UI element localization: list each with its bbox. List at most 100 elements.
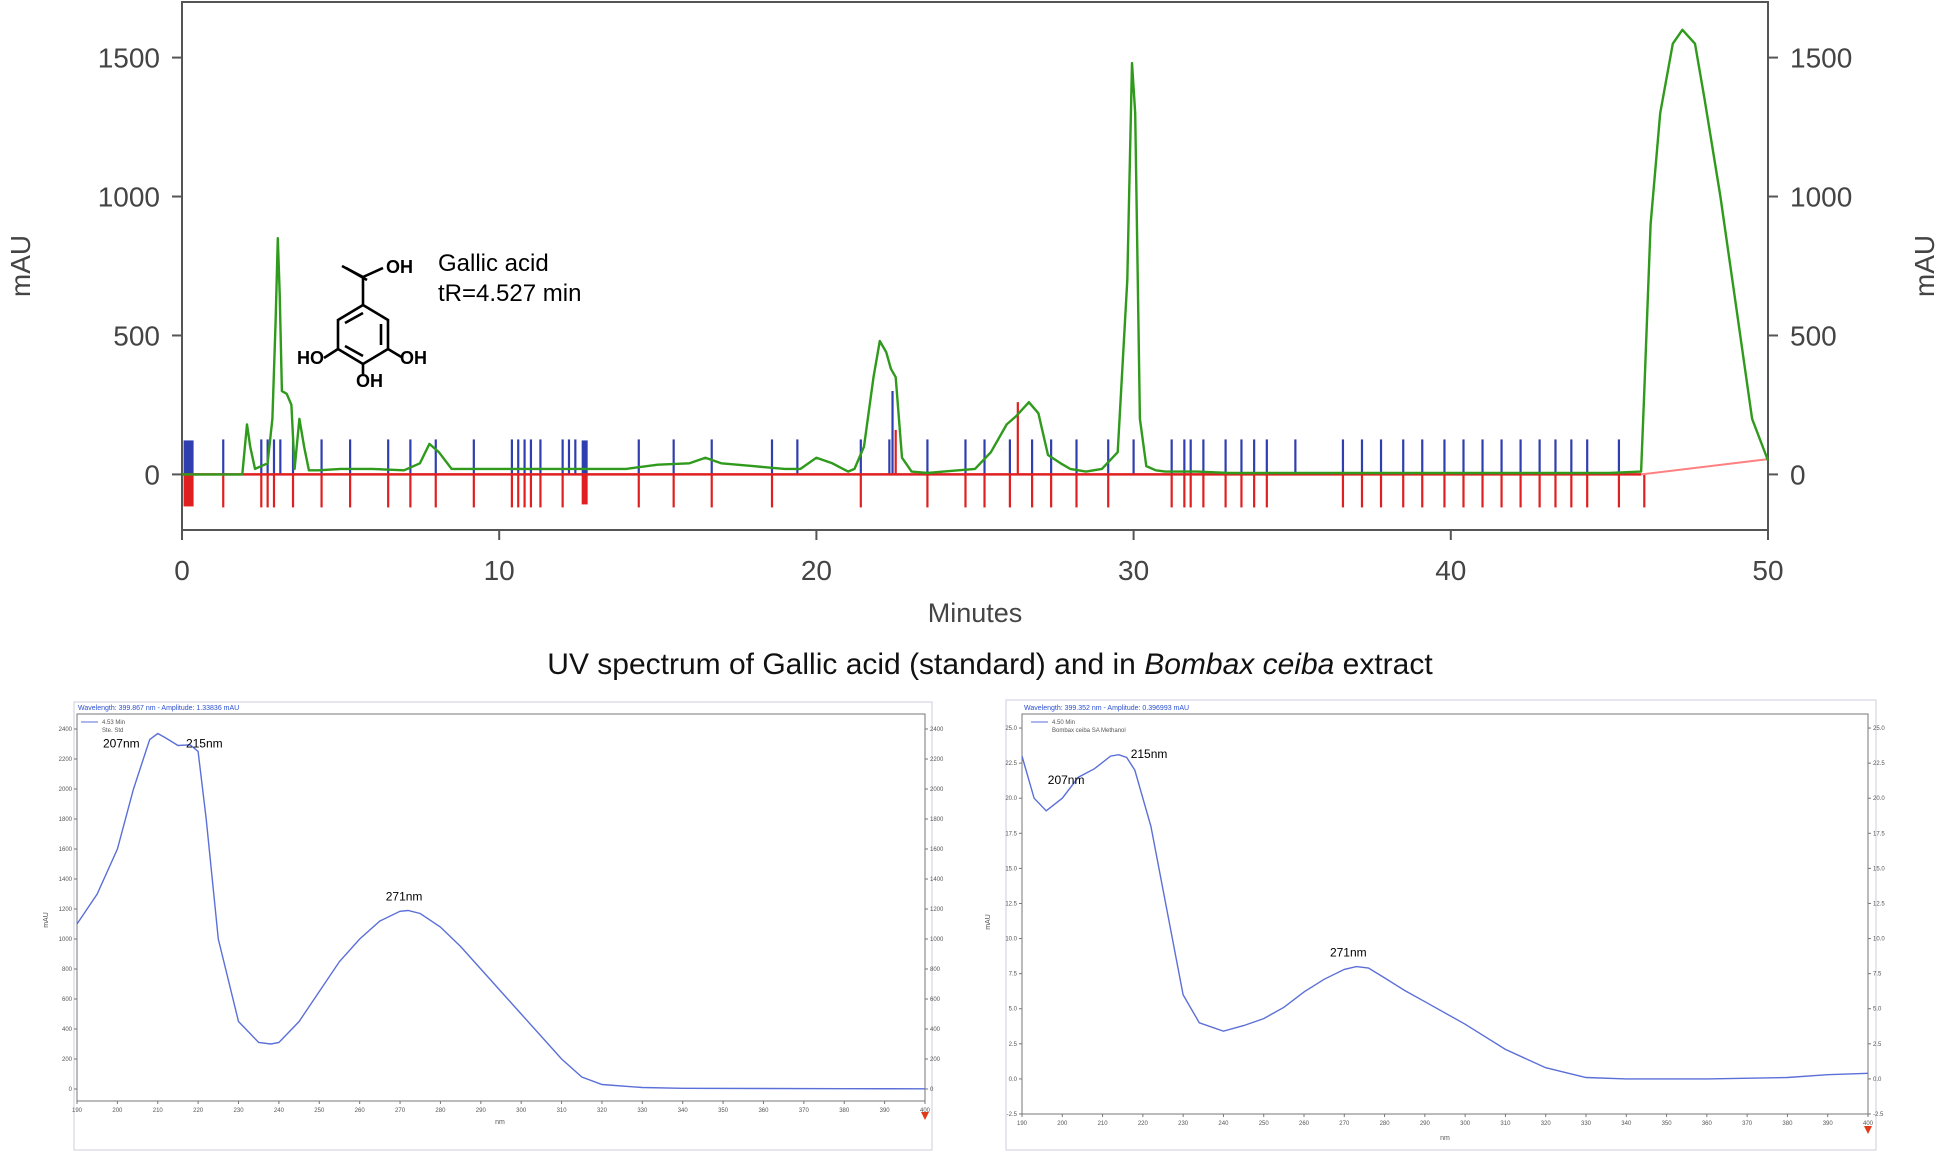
uv1-x-tick-label: 230 [234, 1108, 245, 1114]
uv1-y-tick-label-right: 1400 [930, 877, 944, 883]
uv2-y-tick-label-left: 20.0 [1005, 796, 1017, 802]
uv2-x-tick-label: 210 [1098, 1121, 1109, 1127]
uv-extract-x-axis-title: nm [1440, 1135, 1450, 1142]
uv-standard-legend-line-2: Ste. Std [102, 728, 123, 734]
uv1-y-tick-label-left: 2400 [59, 727, 73, 733]
uv1-y-tick-label-right: 1200 [930, 907, 944, 913]
uv2-y-tick-label-right: 7.5 [1873, 972, 1882, 978]
structure-bottom-oh-label: OH [356, 371, 383, 391]
structure-right-oh-label: OH [400, 348, 427, 368]
uv1-y-tick-label-left: 2000 [59, 787, 73, 793]
uv2-y-tick-label-left: 22.5 [1005, 761, 1017, 767]
uv2-y-tick-label-right: 12.5 [1873, 901, 1885, 907]
uv-standard-legend-line-1: 4.53 Min [102, 720, 125, 726]
chromatogram-x-tick-label: 10 [484, 555, 515, 586]
uv1-y-tick-label-right: 600 [930, 997, 941, 1003]
uv1-y-tick-label-right: 800 [930, 967, 941, 973]
uv1-y-tick-label-right: 1600 [930, 847, 944, 853]
uv1-y-tick-label-left: 600 [62, 997, 73, 1003]
uv1-x-tick-label: 330 [637, 1108, 648, 1114]
uv2-y-tick-label-left: 7.5 [1009, 972, 1018, 978]
uv2-y-tick-label-left: 5.0 [1009, 1007, 1018, 1013]
uv2-peak-label: 271nm [1330, 946, 1367, 960]
uv2-y-tick-label-left: 10.0 [1005, 937, 1017, 943]
uv1-x-tick-label: 280 [435, 1108, 446, 1114]
uv2-x-tick-label: 230 [1178, 1121, 1189, 1127]
figure-canvas: 0 10 20 30 40 500 0500 5001000 10001500 1500 mAU … [0, 0, 1946, 1151]
uv1-x-tick-label: 270 [395, 1108, 406, 1114]
uv2-y-tick-label-left: 2.5 [1009, 1042, 1018, 1048]
chromatogram-x-tick-label: 20 [801, 555, 832, 586]
chromatogram-plot-frame [181, 1, 1769, 531]
uv-extract-header: Wavelength: 399.352 nm - Amplitude: 0.39… [1024, 705, 1189, 712]
event-block-red [581, 474, 588, 505]
chromatogram-x-tick-label: 50 [1752, 555, 1783, 586]
uv2-x-tick-label: 330 [1581, 1121, 1592, 1127]
uv1-y-tick-label-right: 200 [930, 1057, 941, 1063]
uv1-peak-label: 207nm [103, 737, 140, 751]
uv-standard-x-axis-title: nm [495, 1119, 505, 1126]
uv1-x-tick-label: 250 [314, 1108, 325, 1114]
uv1-y-tick-label-left: 1600 [59, 847, 73, 853]
uv2-y-tick-label-right: 22.5 [1873, 761, 1885, 767]
chromatogram-y-tick-label-right: 1500 [1790, 43, 1852, 74]
uv1-y-tick-label-left: 1200 [59, 907, 73, 913]
uv1-x-tick-label: 390 [880, 1108, 891, 1114]
uv2-peak-label: 215nm [1131, 747, 1168, 761]
uv1-x-tick-label: 210 [153, 1108, 164, 1114]
uv1-x-tick-label: 290 [476, 1108, 487, 1114]
uv1-x-tick-label: 260 [355, 1108, 366, 1114]
uv-standard-header: Wavelength: 399.867 nm - Amplitude: 1.33… [78, 705, 239, 712]
uv2-x-tick-label: 200 [1057, 1121, 1068, 1127]
chromatogram-y-tick-label-right: 500 [1790, 320, 1837, 351]
chromatogram-x-axis-title: Minutes [928, 598, 1023, 628]
uv-extract-legend-line-2: Bombax ceiba SA Methanol [1052, 728, 1126, 734]
chromatogram-y-tick-label-left: 1500 [98, 43, 160, 74]
uv2-y-tick-label-left: 15.0 [1005, 866, 1017, 872]
uv1-y-tick-label-right: 1000 [930, 937, 944, 943]
uv1-y-tick-label-right: 2400 [930, 727, 944, 733]
uv-extract-legend-line-1: 4.50 Min [1052, 720, 1075, 726]
uv1-x-tick-label: 300 [516, 1108, 527, 1114]
uv2-x-tick-label: 250 [1259, 1121, 1270, 1127]
uv1-peak-label: 271nm [386, 890, 423, 904]
uv1-y-tick-label-left: 200 [62, 1057, 73, 1063]
spectrum-figure-caption: UV spectrum of Gallic acid (standard) an… [547, 648, 1433, 681]
uv1-x-tick-label: 340 [678, 1108, 689, 1114]
uv1-y-tick-label-left: 400 [62, 1027, 73, 1033]
uv2-x-tick-label: 290 [1420, 1121, 1431, 1127]
uv2-x-tick-label: 370 [1742, 1121, 1753, 1127]
uv2-x-tick-label: 350 [1662, 1121, 1673, 1127]
chromatogram-y-tick-label-right: 1000 [1790, 182, 1852, 213]
uv1-x-tick-label: 220 [193, 1108, 204, 1114]
uv2-y-tick-label-left: 12.5 [1005, 901, 1017, 907]
uv-extract-y-axis-title: mAU [985, 914, 992, 930]
uv2-y-tick-label-right: 5.0 [1873, 1007, 1882, 1013]
uv2-y-tick-label-left: 0.0 [1009, 1077, 1018, 1083]
uv1-y-tick-label-right: 2000 [930, 787, 944, 793]
uv2-x-tick-label: 280 [1380, 1121, 1391, 1127]
compound-name-label: Gallic acid [438, 250, 549, 277]
uv2-y-tick-label-right: 15.0 [1873, 866, 1885, 872]
uv-spectrum-extract: Wavelength: 399.352 nm - Amplitude: 0.39… [985, 699, 1885, 1151]
uv2-x-tick-label: 390 [1823, 1121, 1834, 1127]
uv1-y-tick-label-right: 400 [930, 1027, 941, 1033]
uv1-x-tick-label: 310 [557, 1108, 568, 1114]
uv2-y-tick-label-right: -2.5 [1873, 1112, 1884, 1118]
uv2-x-tick-label: 300 [1460, 1121, 1471, 1127]
uv2-x-tick-label: 310 [1500, 1121, 1511, 1127]
uv1-peak-label: 215nm [186, 737, 223, 751]
uv1-y-tick-label-left: 2200 [59, 757, 73, 763]
retention-time-label: tR=4.527 min [438, 280, 581, 307]
uv2-x-tick-label: 220 [1138, 1121, 1149, 1127]
uv1-x-tick-label: 320 [597, 1108, 608, 1114]
uv2-y-tick-label-right: 0.0 [1873, 1077, 1882, 1083]
injection-block-blue [183, 440, 194, 475]
uv1-x-tick-label: 380 [839, 1108, 850, 1114]
uv1-y-tick-label-left: 800 [62, 967, 73, 973]
chromatogram-x-tick-label: 30 [1118, 555, 1149, 586]
uv2-y-tick-label-left: 17.5 [1005, 831, 1017, 837]
uv-spectrum-standard: Wavelength: 399.867 nm - Amplitude: 1.33… [43, 701, 944, 1151]
uv2-x-tick-label: 270 [1339, 1121, 1350, 1127]
uv2-x-tick-label: 340 [1621, 1121, 1632, 1127]
